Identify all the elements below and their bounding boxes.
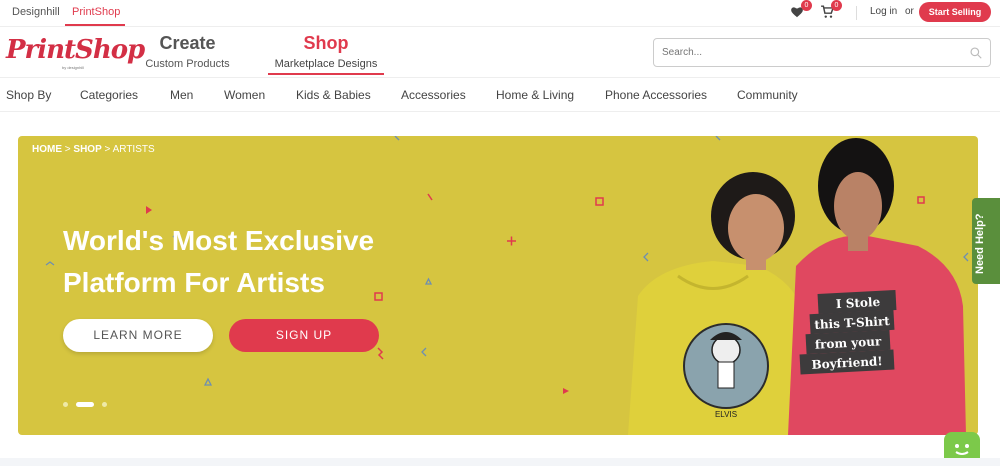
- nav-women[interactable]: Women: [224, 88, 265, 102]
- section-divider: [0, 458, 1000, 466]
- start-selling-button[interactable]: Start Selling: [919, 2, 991, 22]
- wishlist-button[interactable]: 0: [790, 0, 812, 21]
- nav-home-living[interactable]: Home & Living: [496, 88, 574, 102]
- nav-accessories[interactable]: Accessories: [401, 88, 466, 102]
- breadcrumb-home[interactable]: HOME: [32, 144, 62, 155]
- carousel-dot-active[interactable]: [76, 402, 94, 407]
- create-subtitle: Custom Products: [145, 58, 230, 70]
- or-text: or: [905, 6, 914, 17]
- learn-more-button[interactable]: LEARN MORE: [63, 319, 213, 352]
- search-icon[interactable]: [969, 46, 983, 60]
- shirt-line-1: I Stole: [836, 295, 881, 311]
- breadcrumb-shop[interactable]: SHOP: [73, 144, 101, 155]
- printshop-logo[interactable]: PrintShop: [6, 35, 145, 65]
- print-caption: ELVIS: [715, 410, 737, 419]
- shop-subtitle: Marketplace Designs: [274, 58, 378, 70]
- main-header: PrintShop by designhill Create Custom Pr…: [0, 27, 1000, 78]
- carousel-dot[interactable]: [63, 402, 68, 407]
- shop-active-indicator: [268, 73, 384, 75]
- wishlist-count-badge: 0: [801, 0, 812, 11]
- nav-categories[interactable]: Categories: [80, 88, 138, 102]
- top-bar: Designhill PrintShop 0 0 Log in or Start…: [0, 0, 1000, 27]
- need-help-tab[interactable]: Need Help?: [972, 198, 1000, 284]
- breadcrumb: HOME > SHOP > ARTISTS: [32, 144, 155, 155]
- breadcrumb-current: ARTISTS: [112, 144, 155, 155]
- headline-line-1: World's Most Exclusive: [63, 225, 375, 256]
- logo-subtitle: by designhill: [62, 65, 85, 70]
- nav-shop-by[interactable]: Shop By: [6, 88, 51, 102]
- shop-title: Shop: [303, 33, 349, 53]
- need-help-label: Need Help?: [974, 213, 986, 274]
- category-nav: Shop By Categories Men Women Kids & Babi…: [0, 78, 1000, 112]
- search-input[interactable]: [653, 38, 991, 67]
- nav-phone-accessories[interactable]: Phone Accessories: [605, 88, 707, 102]
- headline-line-2: Platform For Artists: [63, 267, 325, 298]
- nav-community[interactable]: Community: [737, 88, 798, 102]
- divider: [856, 6, 857, 20]
- active-tab-indicator: [65, 24, 125, 26]
- cart-button[interactable]: 0: [820, 0, 842, 21]
- create-title: Create: [159, 33, 216, 53]
- nav-kids-babies[interactable]: Kids & Babies: [296, 88, 371, 102]
- sign-up-button[interactable]: SIGN UP: [229, 319, 379, 352]
- login-link[interactable]: Log in: [870, 6, 897, 17]
- tab-designhill[interactable]: Designhill: [12, 6, 60, 18]
- create-custom-products-link[interactable]: Create Custom Products: [140, 33, 235, 70]
- models-hoodies-illustration: ELVIS I Stole this T-Shirt from your Boy…: [628, 138, 966, 435]
- nav-men[interactable]: Men: [170, 88, 193, 102]
- carousel-dot[interactable]: [102, 402, 107, 407]
- hero-headline: World's Most Exclusive Platform For Arti…: [63, 220, 433, 304]
- shop-marketplace-link[interactable]: Shop Marketplace Designs: [268, 33, 384, 70]
- cart-count-badge: 0: [831, 0, 842, 11]
- breadcrumb-separator: >: [64, 144, 71, 155]
- hero-banner: HOME > SHOP > ARTISTS World's Most Exclu…: [18, 136, 978, 435]
- tab-printshop[interactable]: PrintShop: [72, 6, 120, 18]
- breadcrumb-separator: >: [104, 144, 111, 155]
